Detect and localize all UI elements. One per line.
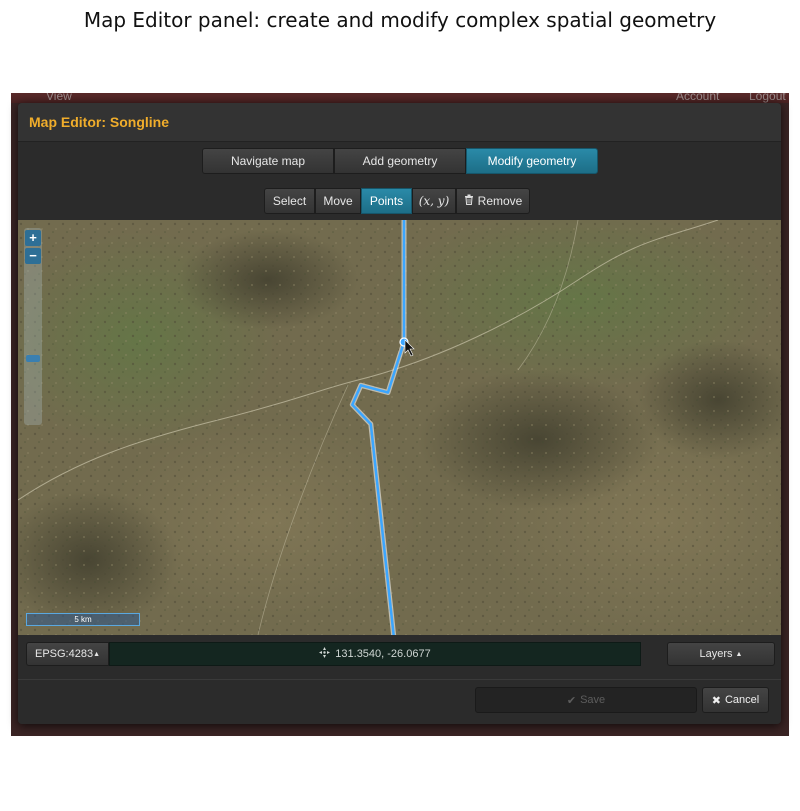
background-account-label: Account	[676, 93, 720, 103]
map-status-bar: EPSG:4283 ▲ 131.3540, -26.0677 Layers ▲	[18, 635, 781, 679]
coordinate-readout: 131.3540, -26.0677	[109, 642, 641, 666]
move-tool-button[interactable]: Move	[315, 188, 361, 214]
map-view[interactable]: + − 5 km	[18, 220, 781, 635]
select-tool-button[interactable]: Select	[264, 188, 315, 214]
caret-up-icon: ▲	[93, 650, 101, 658]
remove-tool-button[interactable]: Remove	[456, 188, 530, 214]
save-button[interactable]: ✔ Save	[475, 687, 697, 713]
cancel-button[interactable]: ✖ Cancel	[702, 687, 769, 713]
layers-dropdown[interactable]: Layers ▲	[667, 642, 775, 666]
background-topbar: View Account Logout	[11, 93, 789, 103]
caret-up-icon: ▲	[735, 650, 743, 658]
remove-tool-label: Remove	[477, 194, 523, 208]
background-view-label: View	[46, 93, 72, 103]
close-icon: ✖	[711, 694, 721, 707]
tab-modify-geometry[interactable]: Modify geometry	[466, 148, 598, 174]
tab-navigate-map[interactable]: Navigate map	[202, 148, 334, 174]
trash-icon	[464, 194, 474, 208]
mode-tabs: Navigate map Add geometry Modify geometr…	[202, 148, 598, 174]
dialog-title: Map Editor: Songline	[29, 114, 169, 130]
zoom-out-button[interactable]: −	[25, 248, 41, 264]
scale-bar: 5 km	[26, 613, 140, 626]
projection-label: EPSG:4283	[34, 648, 94, 660]
crosshair-icon	[319, 647, 331, 661]
background-logout-label: Logout	[749, 93, 786, 103]
points-tool-button[interactable]: Points	[361, 188, 412, 214]
coordinate-tool-label: (x, y)	[418, 194, 450, 208]
dialog-header: Map Editor: Songline	[18, 103, 781, 142]
zoom-in-button[interactable]: +	[25, 230, 41, 246]
geometry-toolbar: Select Move Points (x, y) Remove	[264, 188, 530, 214]
save-label: Save	[580, 694, 606, 706]
check-icon: ✔	[566, 694, 577, 707]
satellite-imagery	[18, 220, 781, 635]
tab-add-geometry[interactable]: Add geometry	[334, 148, 466, 174]
layers-label: Layers	[699, 648, 733, 660]
dialog-footer: ✔ Save ✖ Cancel	[18, 679, 781, 724]
coordinate-value: 131.3540, -26.0677	[335, 648, 431, 660]
cancel-label: Cancel	[724, 694, 760, 706]
projection-dropdown[interactable]: EPSG:4283 ▲	[26, 642, 109, 666]
map-editor-dialog: Map Editor: Songline Navigate map Add ge…	[18, 103, 781, 724]
figure-caption: Map Editor panel: create and modify comp…	[83, 8, 717, 32]
coordinate-tool-button[interactable]: (x, y)	[412, 188, 456, 214]
zoom-slider-handle[interactable]	[26, 355, 40, 362]
